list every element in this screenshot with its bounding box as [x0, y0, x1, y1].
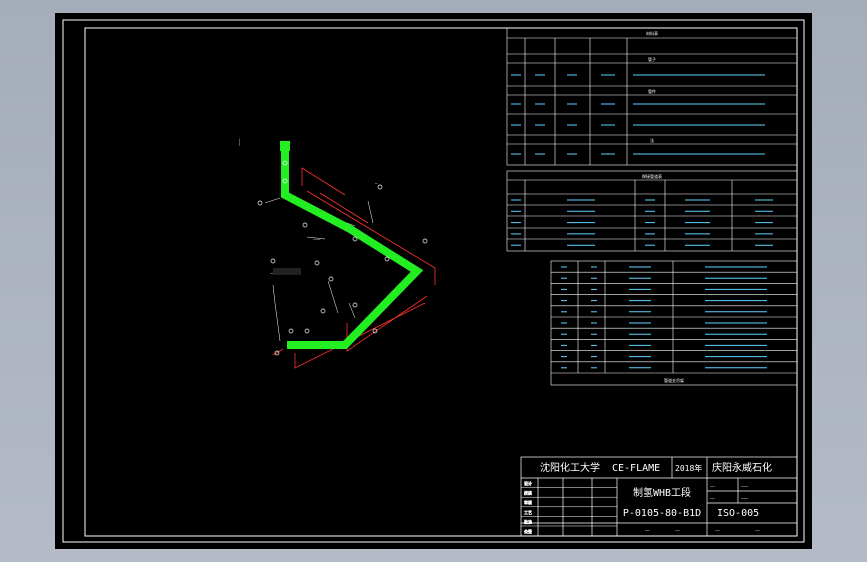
- weld-marker: [328, 276, 334, 282]
- svg-text:———: ———: [313, 237, 321, 242]
- support-table-footer: 管道支吊架: [664, 377, 684, 383]
- svg-text:——: ——: [710, 496, 715, 501]
- school-name: 沈阳化工大学: [540, 461, 600, 474]
- weld-marker: [352, 302, 358, 308]
- weld-marker: [314, 260, 320, 266]
- support-table-rows: [551, 266, 797, 369]
- svg-text:——: ——: [645, 528, 650, 533]
- signature-role-label: 校核: [524, 490, 532, 496]
- weld-marker: [304, 328, 310, 334]
- isometric-drawing: 材料表 管子 管件 法 焊接管道表 管道支吊架 设计校核审核工艺批准会签 沈阳化…: [62, 19, 805, 543]
- pipe-start-flange: [280, 141, 290, 151]
- svg-text:——: ——: [675, 528, 680, 533]
- signature-rows: 设计校核审核工艺批准会签: [521, 480, 617, 534]
- section-pipe-label: 管子: [648, 56, 656, 62]
- svg-text:——: ——: [755, 528, 760, 533]
- pipe-route: [280, 141, 424, 349]
- svg-text:—: —: [375, 181, 378, 186]
- signature-role-label: 工艺: [524, 510, 532, 515]
- weld-marker: [320, 308, 326, 314]
- material-table-title: 材料表: [646, 30, 658, 36]
- signature-role-label: 批准: [524, 518, 532, 524]
- weld-marker: [422, 238, 428, 244]
- svg-text:———: ———: [741, 496, 749, 501]
- weld-marker: [352, 236, 358, 242]
- svg-text:———: ———: [237, 138, 242, 146]
- drawing-number: ISO-005: [717, 508, 759, 519]
- signature-role-label: 设计: [524, 480, 532, 486]
- weld-marker: [377, 184, 383, 190]
- program-name: CE-FLAME: [612, 463, 660, 474]
- weld-marker: [257, 200, 263, 206]
- section-flange-label: 法: [650, 137, 654, 143]
- annotation-box: [273, 268, 301, 275]
- signature-role-label: 审核: [524, 499, 532, 505]
- weld-table-entries: [511, 199, 773, 246]
- material-table-entries: [511, 74, 765, 155]
- weld-marker: [302, 222, 308, 228]
- section-fitting-label: 管件: [648, 88, 656, 94]
- company-name: 庆阳永威石化: [712, 461, 772, 474]
- svg-text:———: ———: [741, 484, 749, 489]
- pipe-segment: [281, 143, 424, 349]
- cad-viewport[interactable]: 材料表 管子 管件 法 焊接管道表 管道支吊架 设计 校核 审核 工艺 批准 会…: [0, 0, 867, 562]
- line-number: P-0105-80-B1D: [623, 508, 701, 519]
- material-table: [506, 27, 798, 166]
- drawing-name: 制氢WHB工段: [633, 486, 691, 499]
- weld-marker: [384, 256, 390, 262]
- signature-role-label: 会签: [524, 528, 532, 534]
- weld-table-title: 焊接管道表: [642, 173, 662, 179]
- drawing-sheet: 材料表 管子 管件 法 焊接管道表 管道支吊架 设计 校核 审核 工艺 批准 会…: [55, 13, 812, 549]
- weld-marker: [270, 258, 276, 264]
- weld-marker: [288, 328, 294, 334]
- drawing-year: 2018年: [675, 463, 702, 473]
- svg-text:——: ——: [715, 528, 720, 533]
- svg-text:——: ——: [710, 484, 715, 489]
